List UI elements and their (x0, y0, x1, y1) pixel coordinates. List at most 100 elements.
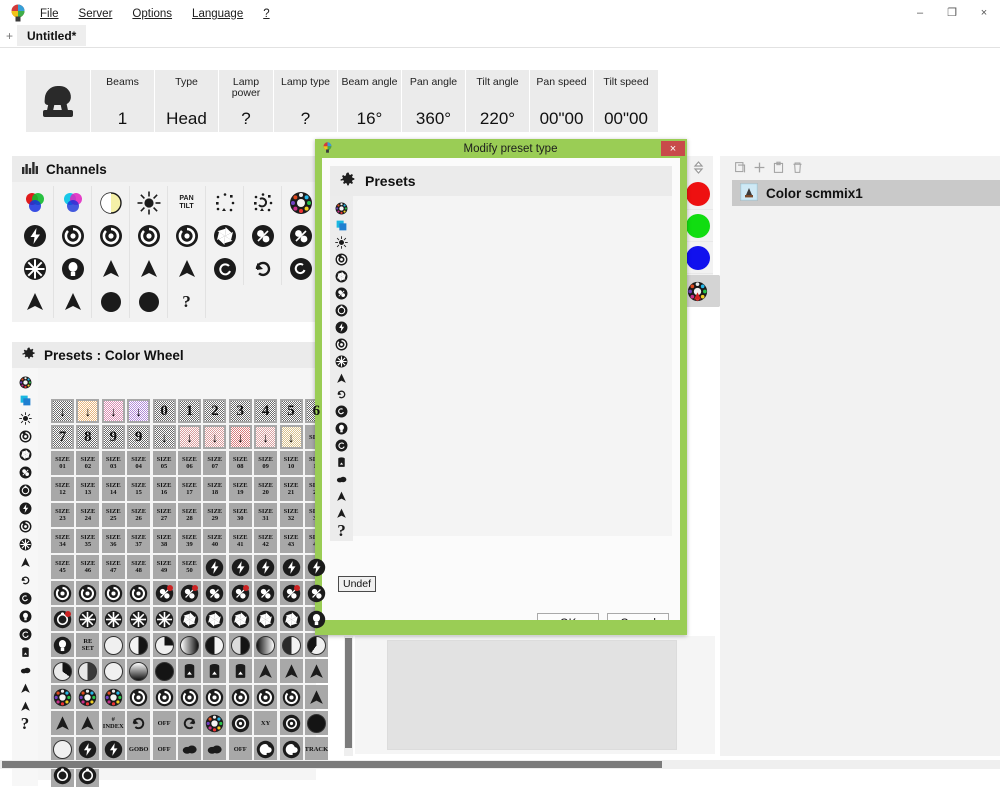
preset-cell-text[interactable]: GOBO (127, 737, 151, 761)
preset-cell-text[interactable]: OFF (228, 737, 252, 761)
preset-cell-size[interactable]: SIZE 47 (101, 555, 125, 579)
menu-bar[interactable]: File Server Options Language ? (30, 5, 280, 23)
preset-cell-digit[interactable]: 7 (51, 425, 74, 449)
preset-cell-colorwheel-full-icon[interactable] (203, 711, 227, 735)
preset-cell-lamp-on-icon[interactable] (51, 633, 74, 657)
preset-cell-size[interactable]: SIZE 42 (254, 529, 278, 553)
preset-cell-size[interactable]: SIZE 32 (279, 503, 303, 527)
preset-cell-rotate-cw-icon[interactable] (177, 711, 201, 735)
preset-cell-size[interactable]: SIZE 04 (127, 451, 151, 475)
preset-cell-effect-small2-icon[interactable] (76, 763, 100, 787)
preset-cell-arrow[interactable]: ↓ (76, 399, 100, 423)
preset-type-strobe-icon[interactable] (17, 500, 33, 516)
presets-sidebar[interactable]: ? (12, 368, 38, 786)
preset-cell-prism-lin-icon[interactable] (254, 581, 278, 605)
paste-icon[interactable] (772, 161, 785, 174)
preset-cell-disc[interactable] (152, 633, 176, 657)
preset-type-frost-icon[interactable] (17, 536, 33, 552)
dialog-preset-type-lamp-icon[interactable] (334, 421, 350, 436)
preset-cell-digit[interactable]: 8 (76, 425, 100, 449)
preset-cell-disc[interactable] (203, 633, 227, 657)
preset-cell-size[interactable]: SIZE 23 (51, 503, 74, 527)
preset-cell-gobo-flower-icon[interactable] (254, 685, 278, 709)
preset-cell-disc[interactable] (76, 659, 100, 683)
preset-type-framing-rotate-icon[interactable] (17, 698, 33, 714)
preset-cell-prism-rot-icon[interactable] (177, 581, 201, 605)
channel-effect-position-icon[interactable] (206, 186, 244, 219)
preset-cell-gobo-shake-icon[interactable] (101, 581, 125, 605)
channel-strobe-icon[interactable] (16, 219, 54, 252)
preset-cell-digit[interactable]: 0 (152, 399, 176, 423)
preset-cell-rotate-ccw-icon[interactable] (127, 711, 151, 735)
preset-cell-text[interactable]: TRACK (304, 737, 328, 761)
preset-cell-size[interactable]: SIZE 26 (127, 503, 151, 527)
channel-framing-rotate-icon[interactable] (54, 285, 92, 318)
preset-cell-effect-small-icon[interactable] (51, 763, 74, 787)
channel-framing-icon[interactable] (16, 285, 54, 318)
preset-cell-strobe-ramp-icon[interactable] (279, 555, 303, 579)
preset-cell-palette-2-icon[interactable] (279, 737, 303, 761)
maximize-button[interactable]: ❐ (936, 0, 968, 25)
right-panel-list-item[interactable]: Color scmmix1 (732, 180, 1000, 206)
preset-cell-gobo-hash-icon[interactable] (152, 685, 176, 709)
presets-grid[interactable]: ↓↓↓↓01234567899↓↓↓↓↓↓SIZESIZE01SIZE02SIZ… (50, 398, 329, 788)
preset-cell-size[interactable]: SIZE 21 (279, 477, 303, 501)
scrollbar-thumb-horizontal[interactable] (2, 761, 662, 768)
preset-cell-size[interactable]: SIZE 19 (228, 477, 252, 501)
scrollbar-thumb[interactable] (345, 638, 352, 748)
preset-cell-size[interactable]: SIZE 35 (76, 529, 100, 553)
dialog-preset-type-focus-icon[interactable] (334, 438, 350, 453)
preset-cell-gobo-swirl-icon[interactable] (228, 685, 252, 709)
preset-cell-arrow[interactable]: ↓ (127, 399, 151, 423)
dialog-preset-type-color-mix-icon[interactable] (334, 218, 350, 233)
channel-animation-icon[interactable] (92, 285, 130, 318)
dialog-preset-type-gobo-icon[interactable] (334, 252, 350, 267)
dialog-preset-type-reset-icon[interactable] (334, 387, 350, 402)
sort-updown-icon[interactable] (683, 156, 713, 178)
preset-type-color-mix-icon[interactable] (17, 392, 33, 408)
preset-cell-arrow[interactable]: ↓ (203, 425, 227, 449)
preset-cell-cylinder-icon[interactable] (177, 659, 201, 683)
preset-cell-size[interactable]: SIZE 43 (279, 529, 303, 553)
preset-cell-disc[interactable] (304, 633, 328, 657)
preset-cell-digit[interactable]: 2 (203, 399, 227, 423)
preset-cell-digit[interactable]: 3 (228, 399, 252, 423)
preset-cell-colorwheel-hash-icon[interactable] (51, 685, 74, 709)
preset-cell-strobe-burst-icon[interactable] (304, 555, 328, 579)
preset-cell-cloud-icon[interactable] (203, 737, 227, 761)
preset-cell-size[interactable]: SIZE 49 (152, 555, 176, 579)
preset-cell-disc[interactable] (254, 633, 278, 657)
preset-cell-gobo-star2-icon[interactable] (203, 685, 227, 709)
preset-cell-prism-icon[interactable] (152, 581, 176, 605)
preset-cell-size[interactable]: SIZE 07 (203, 451, 227, 475)
green-swatch[interactable] (683, 210, 713, 242)
preset-cell-framing-icon[interactable] (254, 659, 278, 683)
preset-cell-size[interactable]: SIZE 46 (76, 555, 100, 579)
preset-cell-text[interactable]: OFF (152, 711, 176, 735)
preset-cell-gobo-spin-icon[interactable] (127, 581, 151, 605)
channel-frost-icon[interactable] (16, 252, 54, 285)
preset-cell-lamp-icon[interactable] (304, 607, 328, 631)
preset-cell-colorwheel-3-icon[interactable] (101, 685, 125, 709)
preset-cell-digit[interactable]: 9 (127, 425, 151, 449)
preset-cell-framing-2-icon[interactable] (279, 659, 303, 683)
preset-cell-size[interactable]: SIZE 48 (127, 555, 151, 579)
preset-cell-size[interactable]: SIZE 39 (177, 529, 201, 553)
preset-cell-size[interactable]: SIZE 03 (101, 451, 125, 475)
horizontal-scrollbar[interactable] (0, 760, 1000, 769)
tab-untitled[interactable]: Untitled* (17, 25, 87, 46)
preset-cell-frost-4-icon[interactable] (152, 607, 176, 631)
preset-cell-effect-icon[interactable] (51, 607, 74, 631)
channel-focus-icon[interactable] (206, 252, 244, 285)
preset-cell-size[interactable]: SIZE 36 (101, 529, 125, 553)
preset-cell-digit[interactable]: 4 (254, 399, 278, 423)
preset-type-dimmer-icon[interactable] (17, 410, 33, 426)
preset-type-gobo-rotate-icon[interactable] (17, 518, 33, 534)
dialog-preset-type-cylinder-icon[interactable] (334, 455, 350, 470)
preset-cell-text[interactable]: OFF (152, 737, 176, 761)
dialog-preset-type-cloud-icon[interactable] (334, 472, 350, 487)
channel-rgb-mix-icon[interactable] (16, 186, 54, 219)
preset-cell-size[interactable]: SIZE 38 (152, 529, 176, 553)
preset-cell-bolt-icon[interactable] (101, 737, 125, 761)
menu-item-language[interactable]: Language (182, 5, 253, 23)
